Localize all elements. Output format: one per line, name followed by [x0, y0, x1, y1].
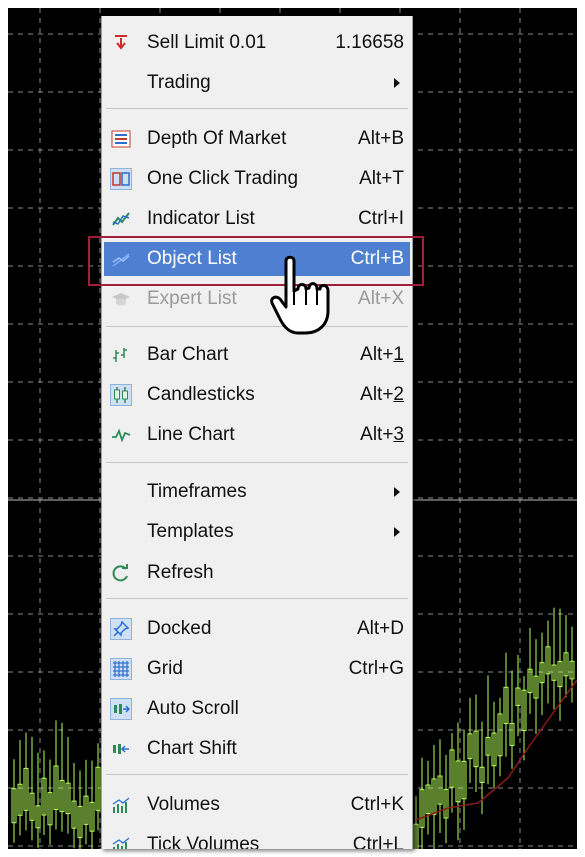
menu-item-indicator-list[interactable]: Indicator List Ctrl+I: [104, 202, 410, 236]
menu-item-shortcut: Alt+X: [358, 288, 404, 309]
menu-item-label: Indicator List: [147, 208, 255, 229]
menu-item-candlesticks[interactable]: Candlesticks Alt+2: [104, 378, 410, 412]
menu-item-grid[interactable]: Grid Ctrl+G: [104, 652, 410, 686]
tick-volumes-icon: [110, 834, 132, 849]
menu-item-value: 1.16658: [335, 32, 404, 53]
highlight-frame: [88, 236, 424, 286]
menu-item-label: Refresh: [147, 562, 214, 583]
menu-separator: [106, 326, 408, 327]
submenu-arrow-icon: [394, 78, 400, 88]
menu-item-shortcut: Alt+D: [357, 618, 404, 639]
menu-item-label: Expert List: [147, 288, 237, 309]
menu-item-shortcut: Alt+1: [360, 344, 404, 365]
menu-item-label: Bar Chart: [147, 344, 229, 365]
menu-item-label: Volumes: [147, 794, 220, 815]
menu-item-templates[interactable]: Templates: [104, 515, 410, 549]
menu-item-shortcut: Alt+T: [359, 168, 404, 189]
line-chart-icon: [110, 424, 132, 446]
menu-item-label: Tick Volumes: [147, 834, 260, 849]
menu-item-timeframes[interactable]: Timeframes: [104, 475, 410, 509]
menu-item-shortcut: Ctrl+L: [352, 834, 404, 849]
menu-item-shortcut: Alt+3: [360, 424, 404, 445]
menu-item-label: Auto Scroll: [147, 698, 239, 719]
menu-item-chart-shift[interactable]: Chart Shift: [104, 732, 410, 766]
menu-separator: [106, 774, 408, 775]
menu-item-tick-volumes[interactable]: Tick Volumes Ctrl+L: [104, 828, 410, 849]
menu-item-bar-chart[interactable]: Bar Chart Alt+1: [104, 338, 410, 372]
menu-item-docked[interactable]: Docked Alt+D: [104, 612, 410, 646]
menu-separator: [106, 462, 408, 463]
menu-item-label: Chart Shift: [147, 738, 237, 759]
menu-separator: [106, 598, 408, 599]
menu-item-refresh[interactable]: Refresh: [104, 556, 410, 590]
menu-item-auto-scroll[interactable]: Auto Scroll: [104, 692, 410, 726]
menu-item-label: Timeframes: [147, 481, 247, 502]
depth-of-market-icon: [110, 128, 132, 150]
submenu-arrow-icon: [394, 527, 400, 537]
auto-scroll-icon: [110, 698, 132, 720]
pin-icon: [110, 618, 132, 640]
menu-separator: [106, 108, 408, 109]
menu-item-label: Docked: [147, 618, 212, 639]
menu-item-sell-limit[interactable]: Sell Limit 0.01 1.16658: [104, 26, 410, 60]
chart-context-menu: Sell Limit 0.01 1.16658 Trading Depth Of…: [101, 16, 413, 849]
menu-item-shortcut: Alt+2: [360, 384, 404, 405]
menu-item-volumes[interactable]: Volumes Ctrl+K: [104, 788, 410, 822]
menu-item-line-chart[interactable]: Line Chart Alt+3: [104, 418, 410, 452]
refresh-icon: [110, 562, 132, 584]
menu-item-expert-list[interactable]: Expert List Alt+X: [104, 282, 410, 316]
volumes-icon: [110, 794, 132, 816]
candlestick-icon: [110, 384, 132, 406]
menu-item-depth-of-market[interactable]: Depth Of Market Alt+B: [104, 122, 410, 156]
menu-item-label: Line Chart: [147, 424, 235, 445]
menu-item-label: Templates: [147, 521, 234, 542]
menu-item-shortcut: Ctrl+G: [348, 658, 404, 679]
graduation-cap-icon: [110, 288, 132, 310]
menu-item-shortcut: Ctrl+I: [358, 208, 404, 229]
chart-shift-icon: [110, 738, 132, 760]
grid-icon: [110, 658, 132, 680]
menu-item-label: Grid: [147, 658, 183, 679]
menu-item-one-click-trading[interactable]: One Click Trading Alt+T: [104, 162, 410, 196]
menu-item-trading[interactable]: Trading: [104, 66, 410, 100]
one-click-trading-icon: [110, 168, 132, 190]
menu-item-label: Sell Limit 0.01: [147, 32, 267, 53]
menu-item-shortcut: Alt+B: [358, 128, 404, 149]
down-arrow-icon: [110, 32, 132, 54]
menu-item-label: Candlesticks: [147, 384, 255, 405]
menu-item-label: Trading: [147, 72, 211, 93]
bar-chart-icon: [110, 344, 132, 366]
indicator-icon: [110, 208, 132, 230]
submenu-arrow-icon: [394, 487, 400, 497]
menu-item-shortcut: Ctrl+K: [350, 794, 404, 815]
hand-cursor-icon: [268, 255, 338, 342]
menu-item-label: One Click Trading: [147, 168, 299, 189]
menu-item-label: Depth Of Market: [147, 128, 287, 149]
